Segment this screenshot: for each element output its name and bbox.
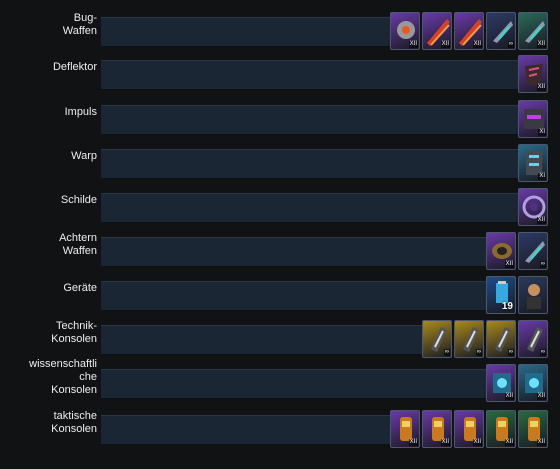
equipment-slot[interactable]: ∞	[422, 320, 452, 358]
equipment-slot[interactable]: ∞	[518, 232, 548, 270]
slot-row: Deflektor XII	[0, 55, 560, 99]
slot-row: wissenschaftli che Konsolen XII XII	[0, 358, 560, 408]
equipment-slot[interactable]: XII	[518, 410, 548, 448]
equipment-slot[interactable]: XII	[486, 410, 516, 448]
equipment-slot[interactable]: ∞	[486, 12, 516, 50]
equipment-slot[interactable]: ∞	[518, 320, 548, 358]
slot-badge: XI	[538, 129, 546, 136]
slot-label: taktische Konsolen	[51, 410, 97, 435]
equipment-slot[interactable]: XII	[422, 12, 452, 50]
slot-row: Schilde XII	[0, 188, 560, 232]
slot-bar	[101, 17, 390, 47]
slot-row: taktische Konsolen XII XII XII XII XII	[0, 410, 560, 454]
slot-row: Warp XI	[0, 144, 560, 188]
equipment-slot[interactable]: XII	[486, 364, 516, 402]
slot-badge: XII	[504, 439, 514, 446]
equipment-slot[interactable]: XI	[518, 144, 548, 182]
slot-badge: XII	[536, 393, 546, 400]
slot-bar	[101, 105, 518, 135]
slot-row: Achtern Waffen XII ∞	[0, 232, 560, 276]
slot-bar	[101, 281, 486, 311]
slot-badge: ∞	[539, 261, 546, 268]
equipment-slot[interactable]: XII	[518, 55, 548, 93]
equipment-slot[interactable]: XII	[518, 364, 548, 402]
slot-label: Technik- Konsolen	[51, 320, 97, 345]
slot-badge: ∞	[443, 349, 450, 356]
equipment-slot[interactable]: XII	[422, 410, 452, 448]
equipment-slot[interactable]: 19	[486, 276, 516, 314]
slot-badge: ∞	[539, 349, 546, 356]
slot-badge: XII	[536, 217, 546, 224]
slot-label: wissenschaftli che Konsolen	[29, 358, 97, 396]
equipment-slot[interactable]: XII	[486, 232, 516, 270]
slot-badge: 19	[501, 301, 513, 312]
equipment-slot[interactable]	[518, 276, 548, 314]
slot-badge: XII	[472, 439, 482, 446]
slot-label: Bug- Waffen	[62, 12, 97, 37]
slot-badge: XII	[408, 439, 418, 446]
slot-badge: ∞	[475, 349, 482, 356]
slot-bar	[101, 193, 518, 223]
slot-row: Geräte 19	[0, 276, 560, 320]
slot-label: Deflektor	[52, 61, 97, 73]
slot-label: Geräte	[63, 282, 97, 294]
slot-bar	[101, 369, 486, 399]
equipment-slot[interactable]: XI	[518, 100, 548, 138]
slot-bar	[101, 325, 422, 355]
slot-badge: ∞	[507, 349, 514, 356]
slot-badge: XI	[538, 173, 546, 180]
slot-row: Impuls XI	[0, 100, 560, 144]
crew-device-icon	[527, 284, 541, 309]
slot-badge: XII	[440, 439, 450, 446]
slot-bar	[101, 415, 390, 445]
equipment-slot[interactable]: XII	[390, 12, 420, 50]
equipment-slot[interactable]: XII	[518, 12, 548, 50]
slot-bar	[101, 237, 486, 267]
equipment-slot[interactable]: XII	[454, 12, 484, 50]
slot-bar	[101, 60, 518, 90]
slot-badge: XII	[536, 439, 546, 446]
equipment-slot[interactable]: ∞	[486, 320, 516, 358]
slot-label: Schilde	[60, 194, 97, 206]
equipment-slot[interactable]: XII	[390, 410, 420, 448]
slot-label: Achtern Waffen	[59, 232, 97, 257]
slot-label: Warp	[71, 150, 97, 162]
slot-badge: ∞	[507, 41, 514, 48]
slot-bar	[101, 149, 518, 179]
slot-badge: XII	[536, 84, 546, 91]
equipment-slot[interactable]: ∞	[454, 320, 484, 358]
slot-badge: XII	[408, 41, 418, 48]
equipment-slot[interactable]: XII	[518, 188, 548, 226]
slot-badge: XII	[504, 393, 514, 400]
slot-label: Impuls	[64, 106, 97, 118]
slot-badge: XII	[536, 41, 546, 48]
slot-row: Bug- Waffen XII XII XII ∞ XII	[0, 12, 560, 56]
slot-badge: XII	[504, 261, 514, 268]
slot-badge: XII	[440, 41, 450, 48]
equipment-slot[interactable]: XII	[454, 410, 484, 448]
slot-badge: XII	[472, 41, 482, 48]
